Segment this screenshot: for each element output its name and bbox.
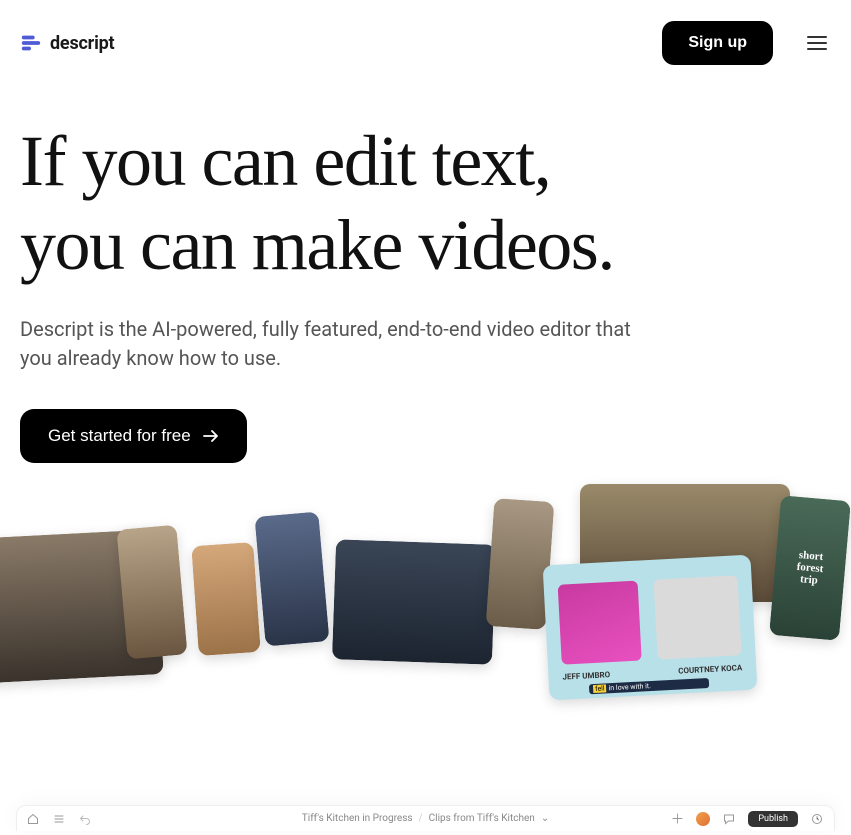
breadcrumb-clip: Clips from Tiff's Kitchen (429, 813, 535, 824)
breadcrumb-project: Tiff's Kitchen in Progress (302, 813, 413, 824)
list-icon[interactable] (53, 813, 65, 825)
home-icon[interactable] (27, 813, 39, 825)
podcast-caption: fell in love with it. (589, 678, 709, 694)
header: descript Sign up (0, 0, 851, 64)
avatar[interactable] (696, 812, 710, 826)
podcast-names: JEFF UMBRO COURTNEY KOCA (562, 663, 742, 681)
hero-title-line1: If you can edit text, (20, 121, 550, 201)
hero-title-line2: you can make videos. (20, 205, 614, 285)
breadcrumb-separator: / (419, 813, 423, 824)
podcast-guest-left (558, 581, 642, 665)
header-right: Sign up (662, 21, 831, 65)
hero-title: If you can edit text, you can make video… (20, 119, 831, 287)
podcast-caption-highlight: fell (593, 684, 607, 693)
thumbnail-2 (116, 525, 187, 660)
menu-button[interactable] (803, 32, 831, 54)
logo-icon (20, 32, 42, 54)
podcast-guest-right (654, 575, 742, 659)
logo-text: descript (50, 33, 114, 54)
editor-right-controls: Publish (670, 811, 824, 827)
hero: If you can edit text, you can make video… (0, 64, 851, 463)
podcast-name-right: COURTNEY KOCA (678, 663, 742, 675)
thumbnail-forest: short forest trip (769, 495, 851, 641)
history-icon[interactable] (810, 812, 824, 826)
hero-subtitle: Descript is the AI-powered, fully featur… (20, 315, 640, 373)
editor-toolbar: Tiff's Kitchen in Progress / Clips from … (16, 805, 835, 831)
sign-up-button[interactable]: Sign up (662, 21, 773, 65)
cta-label: Get started for free (48, 426, 191, 446)
image-strip: JEFF UMBRO COURTNEY KOCA fell in love wi… (0, 472, 851, 722)
forest-line3: trip (800, 573, 819, 587)
logo[interactable]: descript (20, 32, 114, 54)
editor-breadcrumb[interactable]: Tiff's Kitchen in Progress / Clips from … (302, 813, 549, 824)
thumbnail-podcast: JEFF UMBRO COURTNEY KOCA fell in love wi… (543, 555, 758, 701)
chevron-down-icon: ⌄ (541, 813, 549, 824)
thumbnail-4 (254, 511, 329, 646)
arrow-right-icon (203, 430, 219, 442)
hamburger-icon (807, 36, 827, 50)
publish-button[interactable]: Publish (748, 811, 798, 827)
editor-left-controls (27, 813, 91, 825)
get-started-button[interactable]: Get started for free (20, 409, 247, 463)
thumbnail-3 (191, 542, 261, 656)
comment-icon[interactable] (722, 812, 736, 826)
podcast-caption-rest: in love with it. (608, 682, 651, 692)
podcast-name-left: JEFF UMBRO (562, 670, 610, 681)
plus-icon[interactable] (670, 812, 684, 826)
undo-icon[interactable] (79, 813, 91, 825)
thumbnail-5 (332, 539, 496, 665)
